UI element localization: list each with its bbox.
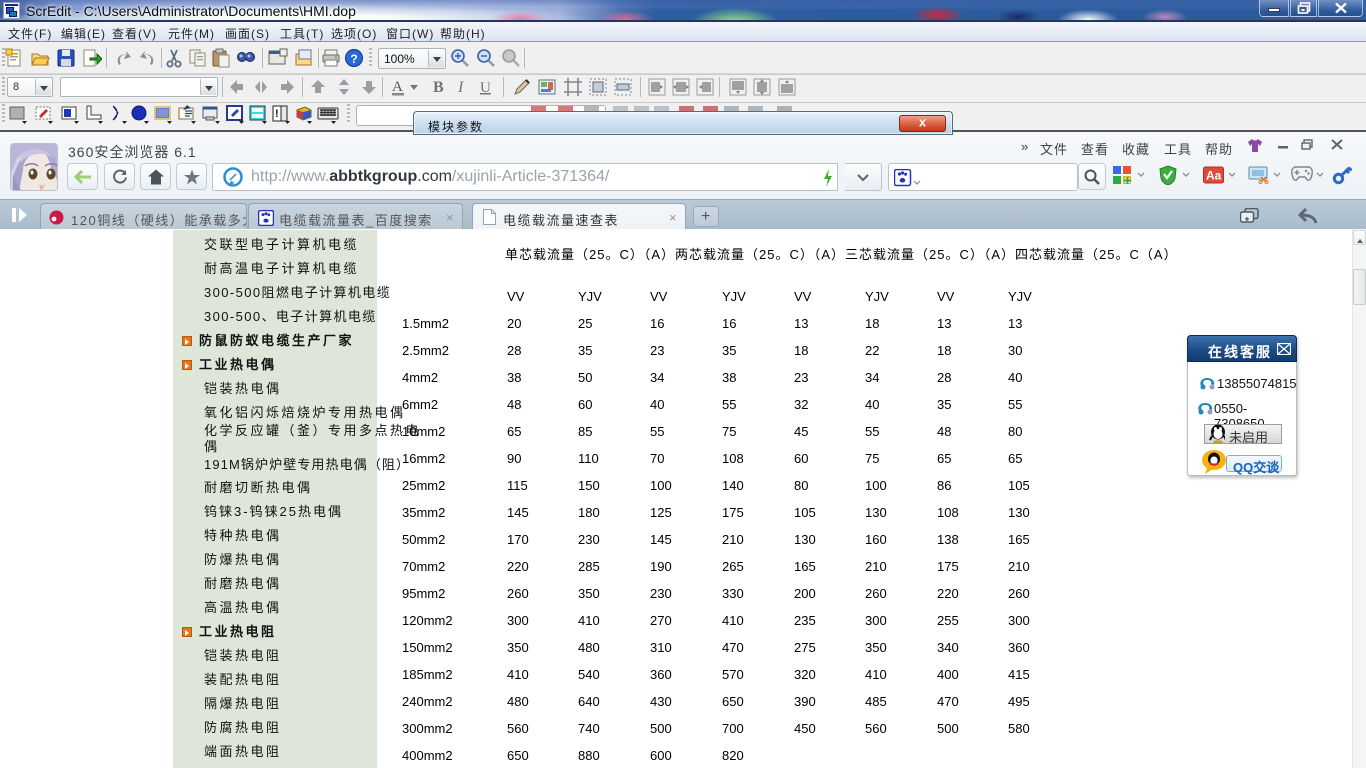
svg-text:?: ? (350, 52, 357, 66)
svg-text:U: U (480, 80, 491, 96)
svg-text:A: A (392, 79, 403, 95)
svg-text:B: B (433, 79, 444, 96)
svg-text:I: I (457, 79, 464, 96)
svg-text:Aa: Aa (1206, 169, 1222, 183)
svg-text:!: ! (275, 108, 279, 120)
